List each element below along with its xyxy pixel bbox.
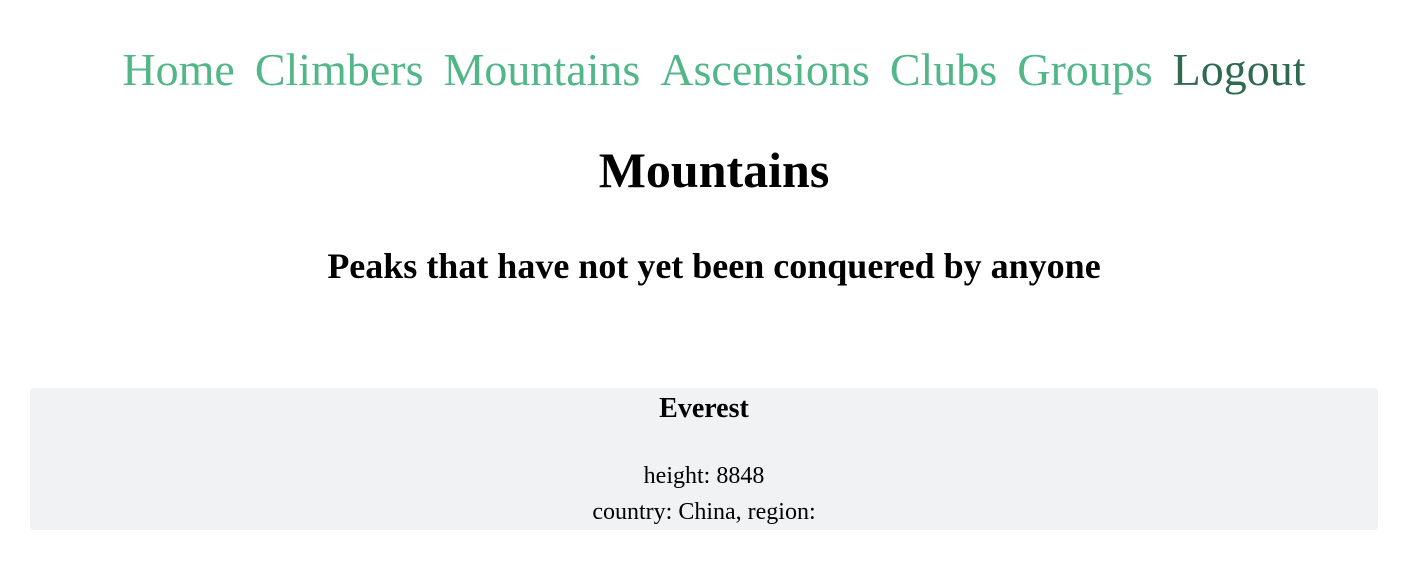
mountain-height: height: 8848: [643, 463, 765, 489]
nav-logout-link[interactable]: Logout: [1173, 42, 1306, 98]
nav-clubs-link[interactable]: Clubs: [890, 42, 997, 98]
nav-ascensions-link[interactable]: Ascensions: [660, 42, 870, 98]
mountain-location: country: China, region:: [592, 499, 816, 525]
nav-climbers-link[interactable]: Climbers: [255, 42, 424, 98]
page-subtitle: Peaks that have not yet been conquered b…: [327, 246, 1101, 286]
nav-groups-link[interactable]: Groups: [1017, 42, 1152, 98]
mountain-card: Everest height: 8848 country: China, reg…: [30, 388, 1378, 530]
main-nav: Home Climbers Mountains Ascensions Clubs…: [0, 42, 1428, 98]
mountain-name: Everest: [659, 393, 749, 424]
nav-home-link[interactable]: Home: [122, 42, 234, 98]
page-title: Mountains: [598, 142, 830, 198]
nav-mountains-link[interactable]: Mountains: [444, 42, 641, 98]
